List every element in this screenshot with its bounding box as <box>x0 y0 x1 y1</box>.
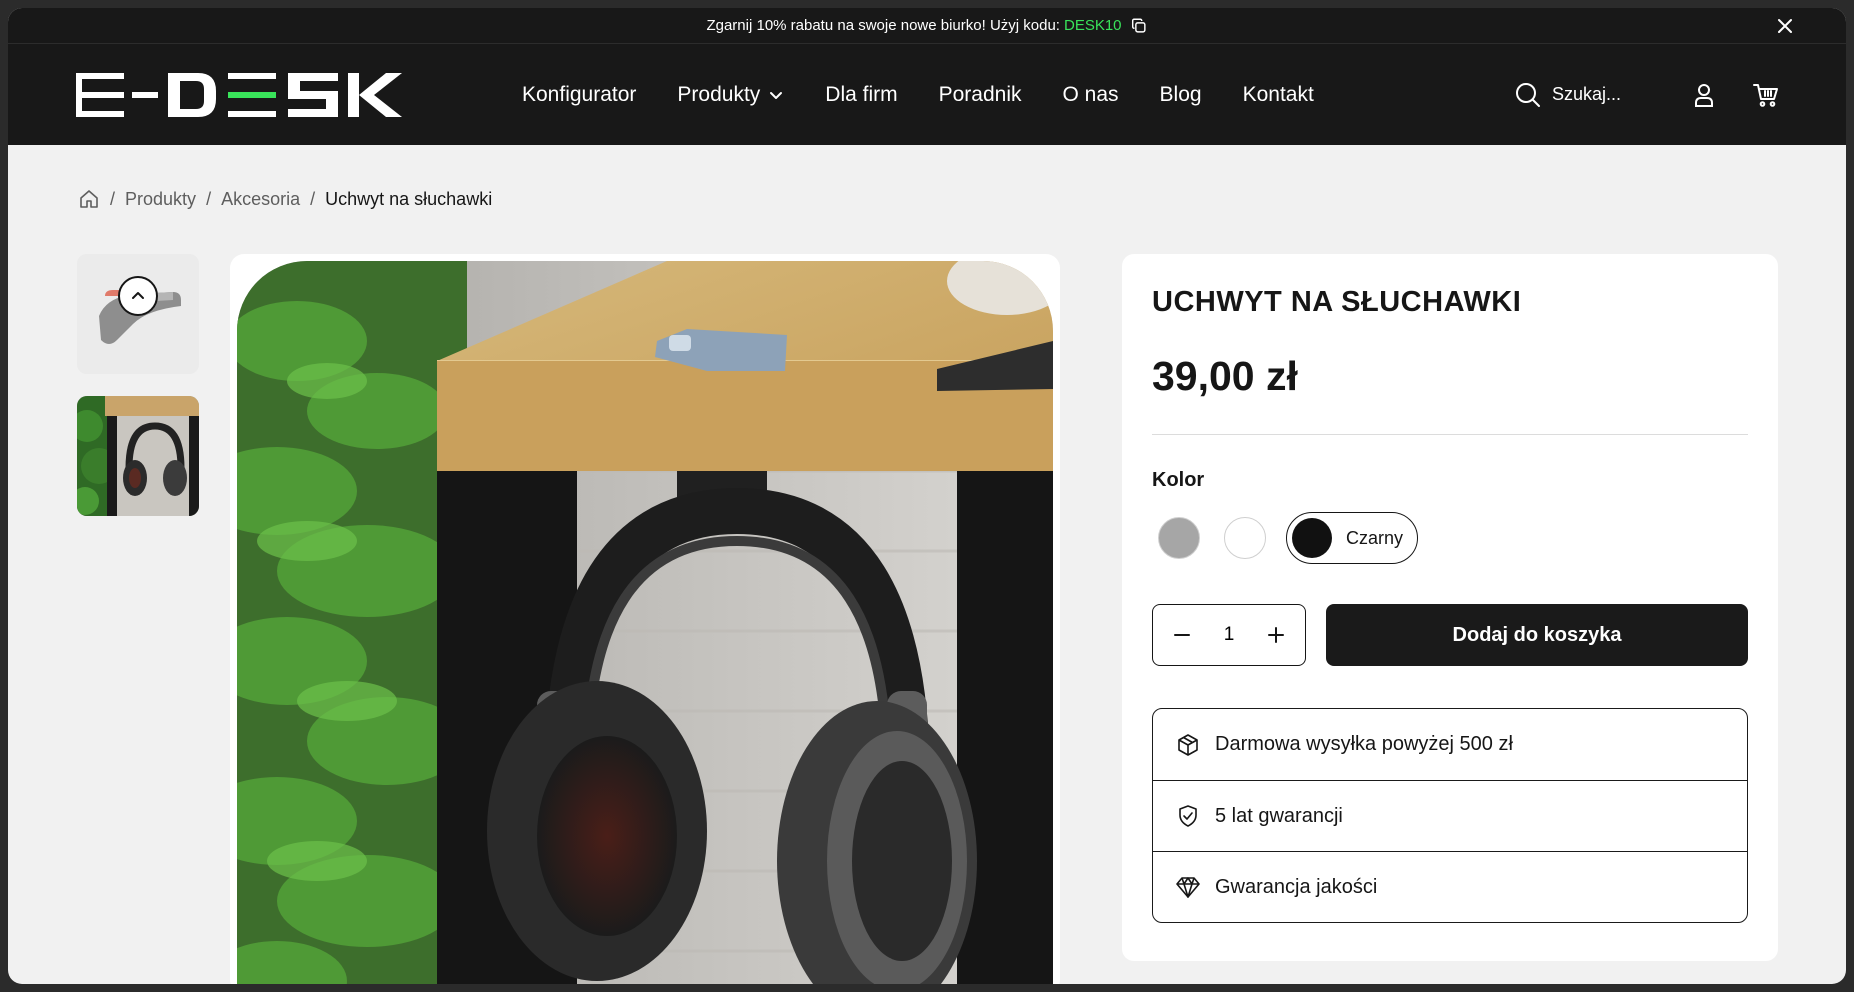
chevron-up-icon <box>132 292 144 299</box>
main-nav: Konfigurator Produkty Dla firm Poradnik … <box>522 83 1355 107</box>
headphones-under-desk-image <box>237 261 1053 984</box>
nav-poradnik[interactable]: Poradnik <box>939 83 1022 107</box>
nav-label: Konfigurator <box>522 82 637 106</box>
divider <box>1152 434 1748 435</box>
color-swatch-black-selected[interactable]: Czarny <box>1286 512 1419 564</box>
buy-row: Dodaj do koszyka <box>1152 604 1748 666</box>
color-label: Kolor <box>1152 469 1205 491</box>
search-icon[interactable] <box>1514 81 1542 109</box>
breadcrumb-produkty[interactable]: Produkty <box>125 189 196 210</box>
close-icon[interactable] <box>1776 17 1794 35</box>
feature-warranty: 5 lat gwarancji <box>1153 780 1747 851</box>
breadcrumb-separator: / <box>310 188 316 209</box>
nav-blog[interactable]: Blog <box>1160 83 1202 107</box>
nav-label: Dla firm <box>825 82 898 106</box>
scroll-up-button[interactable] <box>118 276 158 316</box>
product-gallery <box>230 254 1060 984</box>
header-actions <box>1514 44 1780 145</box>
nav-label: Produkty <box>677 82 761 106</box>
site-header: Konfigurator Produkty Dla firm Poradnik … <box>8 44 1846 145</box>
shield-check-icon <box>1179 805 1197 827</box>
quantity-input[interactable] <box>1209 624 1249 646</box>
product-panel: UCHWYT NA SŁUCHAWKI 39,00 zł Kolor Czarn… <box>1122 254 1778 961</box>
diamond-icon <box>1176 877 1200 898</box>
feature-text: 5 lat gwarancji <box>1215 804 1343 827</box>
selected-color-label: Czarny <box>1346 527 1404 548</box>
feature-quality: Gwarancja jakości <box>1153 851 1747 922</box>
search-input[interactable] <box>1552 84 1632 105</box>
promo-bar: Zgarnij 10% rabatu na swoje nowe biurko!… <box>8 8 1846 44</box>
feature-shipping: Darmowa wysyłka powyżej 500 zł <box>1153 709 1747 780</box>
quantity-stepper <box>1152 604 1306 666</box>
browser-page: Zgarnij 10% rabatu na swoje nowe biurko!… <box>8 8 1846 984</box>
nav-produkty[interactable]: Produkty <box>677 83 784 107</box>
color-swatch-white[interactable] <box>1224 517 1266 559</box>
product-price: 39,00 zł <box>1152 353 1298 399</box>
product-title: UCHWYT NA SŁUCHAWKI <box>1152 286 1522 318</box>
nav-konfigurator[interactable]: Konfigurator <box>522 83 636 107</box>
nav-kontakt[interactable]: Kontakt <box>1243 83 1314 107</box>
breadcrumb-separator: / <box>110 188 116 209</box>
logo[interactable] <box>76 72 406 117</box>
nav-label: Kontakt <box>1242 82 1314 106</box>
search-box[interactable] <box>1514 81 1632 109</box>
main-product-image[interactable] <box>237 261 1053 984</box>
nav-label: Blog <box>1159 82 1202 106</box>
home-icon[interactable] <box>78 188 100 210</box>
copy-icon[interactable] <box>1130 17 1148 35</box>
breadcrumb-separator: / <box>206 188 212 209</box>
cart-icon[interactable] <box>1752 81 1780 109</box>
nav-label: Poradnik <box>938 82 1022 106</box>
color-swatches: Czarny <box>1152 512 1748 564</box>
nav-dla-firm[interactable]: Dla firm <box>825 83 897 107</box>
breadcrumb-current: Uchwyt na słuchawki <box>325 188 493 209</box>
promo-text: Zgarnij 10% rabatu na swoje nowe biurko!… <box>706 17 1060 34</box>
thumbnail-headphones[interactable] <box>77 396 199 516</box>
feature-text: Darmowa wysyłka powyżej 500 zł <box>1215 733 1513 755</box>
package-icon <box>1178 733 1198 756</box>
nav-o-nas[interactable]: O nas <box>1063 83 1119 107</box>
minus-icon[interactable] <box>1171 624 1193 646</box>
breadcrumb: / Produkty / Akcesoria / Uchwyt na słuch… <box>78 188 492 210</box>
user-icon[interactable] <box>1690 81 1718 109</box>
color-swatch-gray[interactable] <box>1158 517 1200 559</box>
color-swatch-black <box>1292 518 1332 558</box>
chevron-down-icon <box>770 91 783 99</box>
plus-icon[interactable] <box>1265 624 1287 646</box>
feature-list: Darmowa wysyłka powyżej 500 zł 5 lat gwa… <box>1152 708 1748 923</box>
breadcrumb-akcesoria[interactable]: Akcesoria <box>221 189 300 210</box>
headphones-on-desk-image <box>77 396 199 516</box>
add-to-cart-button[interactable]: Dodaj do koszyka <box>1326 604 1748 666</box>
promo-code: DESK10 <box>1063 17 1122 34</box>
feature-text: Gwarancja jakości <box>1215 875 1378 898</box>
nav-label: O nas <box>1062 82 1119 106</box>
